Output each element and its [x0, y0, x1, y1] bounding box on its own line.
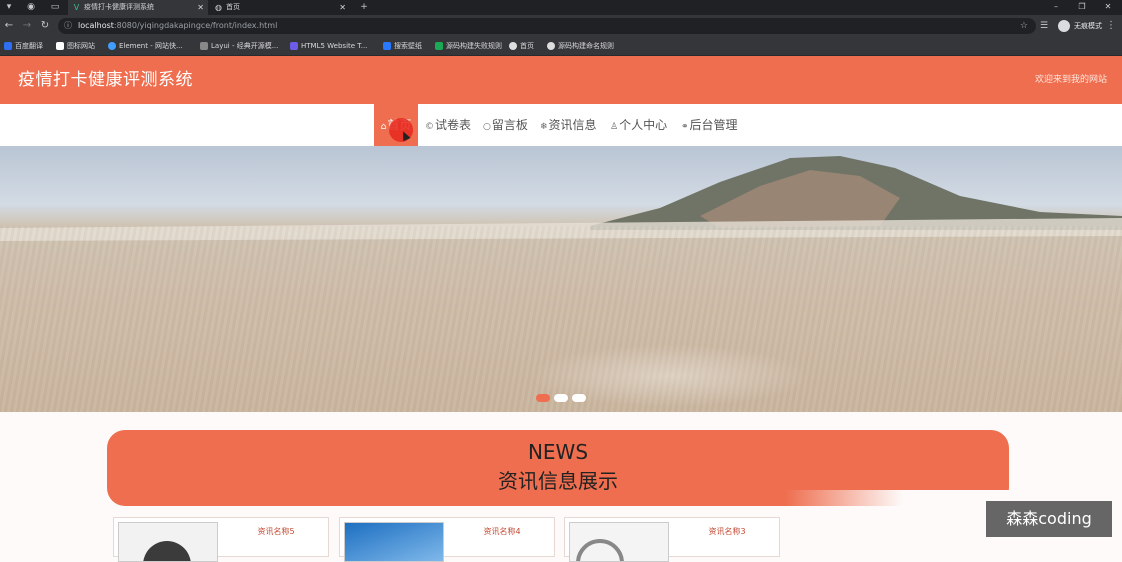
vue-logo-icon: V: [73, 3, 80, 12]
news-icon: ❄: [540, 122, 548, 132]
bookmark-icon: [435, 42, 443, 50]
tab-home[interactable]: ◍ 首页 ✕: [210, 0, 350, 15]
bookmark-item[interactable]: 百度翻译: [4, 37, 43, 55]
bookmark-item[interactable]: 源码构建命名规则: [547, 37, 614, 55]
news-card-title: 资讯名称4: [483, 527, 521, 536]
bookmark-item[interactable]: Element - 网站快...: [108, 37, 183, 55]
bookmark-star-icon[interactable]: ☆: [1020, 19, 1028, 33]
news-card[interactable]: 资讯名称4: [339, 517, 555, 562]
back-icon[interactable]: ←: [2, 19, 16, 33]
bookmark-icon: [200, 42, 208, 50]
tab-search-icon[interactable]: ▾: [0, 0, 18, 15]
news-card-title: 资讯名称5: [257, 527, 295, 536]
bookmark-item[interactable]: 首页: [509, 37, 534, 55]
banner-carousel[interactable]: [0, 146, 1122, 412]
carousel-dot[interactable]: [572, 394, 586, 402]
user-icon: ♙: [610, 122, 619, 132]
pinned-tab-2-icon[interactable]: ▭: [46, 0, 64, 15]
site-info-icon[interactable]: ⓘ: [64, 20, 74, 32]
bookmark-icon: [56, 42, 64, 50]
restore-icon[interactable]: ❐: [1069, 0, 1095, 15]
forward-icon[interactable]: →: [20, 19, 34, 33]
tab-title: 疫情打卡健康评测系统: [84, 3, 154, 11]
banner-sand: [0, 226, 1122, 412]
nav-item-message-board[interactable]: ○留言板: [483, 104, 528, 146]
window-close-icon[interactable]: ✕: [1095, 0, 1121, 15]
bookmarks-bar: 百度翻译 图标网站 Element - 网站快... Layui - 经典开源模…: [0, 37, 1122, 56]
bookmark-icon: [290, 42, 298, 50]
bookmark-icon: [547, 42, 555, 50]
avatar: [1058, 20, 1070, 32]
close-icon[interactable]: ✕: [197, 0, 204, 15]
nav-item-profile[interactable]: ♙个人中心: [610, 104, 667, 146]
news-thumbnail: [118, 522, 218, 562]
carousel-dot[interactable]: [554, 394, 568, 402]
main-nav: ⌂首页 ©试卷表 ○留言板 ❄资讯信息 ♙个人中心 ⚭后台管理: [0, 104, 1122, 146]
bookmark-item[interactable]: 源码构建失败规则: [435, 37, 502, 55]
reload-icon[interactable]: ↻: [38, 19, 52, 33]
close-icon[interactable]: ✕: [339, 0, 346, 15]
minimize-icon[interactable]: –: [1043, 0, 1069, 15]
address-toolbar: ← → ↻ ⓘ localhost:8080/yiqingdakapingce/…: [0, 15, 1122, 37]
news-card-title: 资讯名称3: [708, 527, 746, 536]
new-tab-button[interactable]: +: [355, 0, 373, 15]
news-card[interactable]: 资讯名称3: [564, 517, 780, 562]
incognito-profile[interactable]: 无痕模式: [1058, 19, 1102, 33]
bookmark-icon: [383, 42, 391, 50]
tab-active[interactable]: V 疫情打卡健康评测系统 ✕: [68, 0, 208, 15]
globe-icon: ◍: [215, 3, 222, 12]
bookmark-item[interactable]: 搜索壁纸: [383, 37, 422, 55]
reading-list-icon[interactable]: ☰: [1040, 19, 1048, 33]
link-icon: ⚭: [681, 122, 689, 132]
bookmark-item[interactable]: Layui - 经典开源模...: [200, 37, 278, 55]
menu-icon[interactable]: ⋮: [1104, 19, 1118, 33]
profile-label: 无痕模式: [1074, 22, 1102, 30]
news-card[interactable]: 资讯名称5: [113, 517, 329, 562]
bookmark-icon: [509, 42, 517, 50]
nav-item-paper[interactable]: ©试卷表: [425, 104, 471, 146]
tab-title: 首页: [226, 3, 240, 11]
url-bar[interactable]: ⓘ localhost:8080/yiqingdakapingce/front/…: [58, 18, 1036, 34]
site-title: 疫情打卡健康评测系统: [18, 70, 193, 90]
bookmark-item[interactable]: 图标网站: [56, 37, 95, 55]
carousel-dot[interactable]: [536, 394, 550, 402]
bookmark-icon: [108, 42, 116, 50]
bookmark-item[interactable]: HTML5 Website T...: [290, 37, 367, 55]
nav-item-admin[interactable]: ⚭后台管理: [681, 104, 738, 146]
browser-tab-strip: ▾ ◉ ▭ V 疫情打卡健康评测系统 ✕ ◍ 首页 ✕ + – ❐ ✕: [0, 0, 1122, 15]
paper-icon: ©: [425, 122, 434, 132]
home-icon: ⌂: [380, 122, 387, 132]
news-thumbnail: [569, 522, 669, 562]
message-icon: ○: [483, 122, 491, 132]
watermark: 森森coding: [986, 501, 1112, 537]
bookmark-icon: [4, 42, 12, 50]
site-header: 疫情打卡健康评测系统 欢迎来到我的网站: [0, 56, 1122, 104]
nav-item-news[interactable]: ❄资讯信息: [540, 104, 597, 146]
news-title-en: NEWS: [527, 440, 589, 464]
url-text[interactable]: localhost:8080/yiqingdakapingce/front/in…: [78, 19, 277, 33]
pinned-tab-icon[interactable]: ◉: [22, 0, 40, 15]
welcome-text: 欢迎来到我的网站: [1034, 75, 1107, 85]
news-thumbnail: [344, 522, 444, 562]
